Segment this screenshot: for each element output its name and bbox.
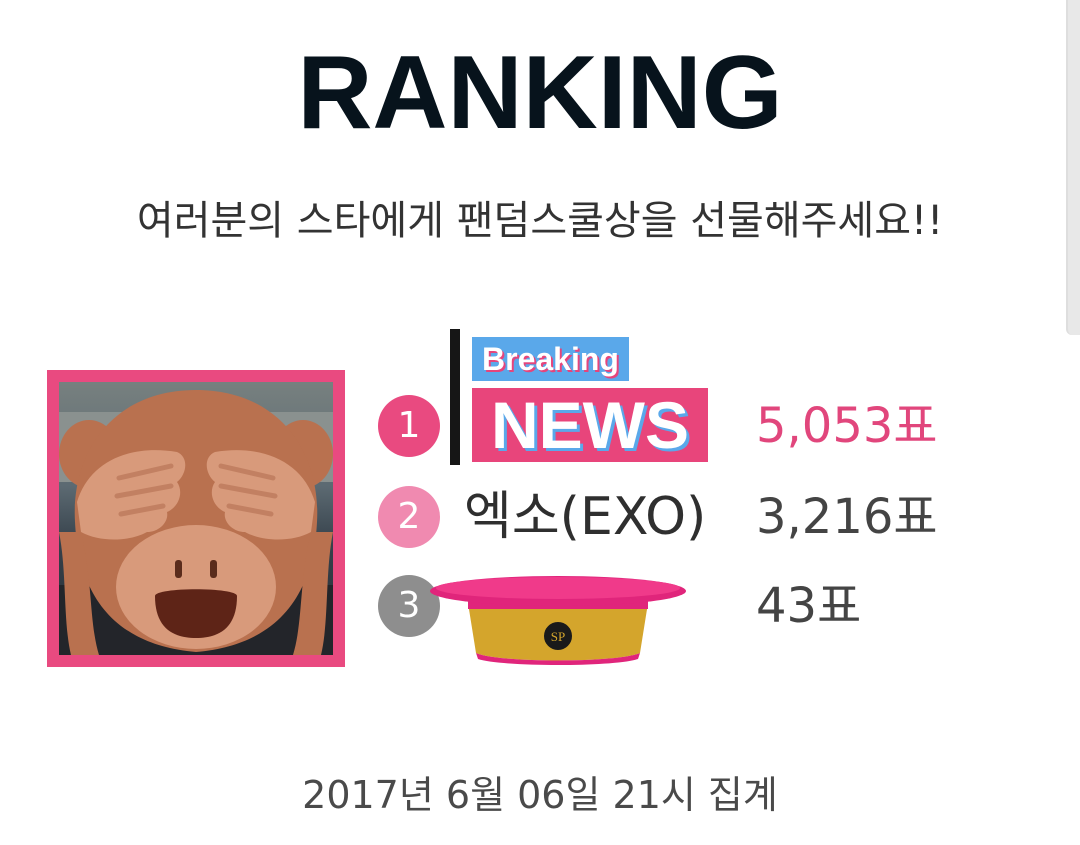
see-no-evil-monkey-icon bbox=[59, 390, 333, 655]
pink-cap-icon: SP bbox=[430, 576, 686, 665]
rank-badge-1: 1 bbox=[378, 395, 440, 457]
page-subtitle: 여러분의 스타에게 팬덤스쿨상을 선물해주세요!! bbox=[136, 198, 944, 244]
aggregation-timestamp: 2017년 6월 06일 21시 집계 bbox=[302, 773, 778, 817]
rank-badge-2: 2 bbox=[378, 486, 440, 548]
page-title: RANKING bbox=[297, 35, 783, 151]
breaking-news-sticker: Breaking NEWS bbox=[448, 327, 714, 467]
rank-name-2: 엑소(EXO) bbox=[464, 487, 707, 547]
news-label: NEWS bbox=[472, 388, 708, 462]
ranking-page: RANKING 여러분의 스타에게 팬덤스쿨상을 선물해주세요!! 1 5,05… bbox=[0, 0, 1080, 845]
top-rank-thumbnail[interactable] bbox=[47, 370, 345, 667]
thumbnail-photo bbox=[59, 382, 333, 655]
hat-badge-text: SP bbox=[551, 629, 565, 644]
rank-votes-3: 43표 bbox=[756, 578, 862, 634]
rank-votes-2: 3,216표 bbox=[756, 489, 938, 545]
breaking-label: Breaking bbox=[472, 337, 629, 381]
rank-votes-1: 5,053표 bbox=[756, 398, 938, 454]
ranking-row-2[interactable]: 2 엑소(EXO) 3,216표 bbox=[378, 481, 998, 551]
sticker-bar bbox=[450, 329, 460, 465]
